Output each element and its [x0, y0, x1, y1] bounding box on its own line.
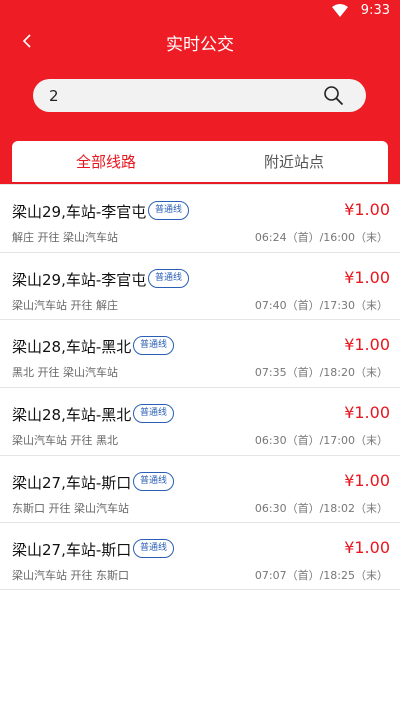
- route-row[interactable]: 梁山29,车站-李官屯 普通线 ¥1.00 梁山汽车站 开往 解庄 07:40（…: [0, 251, 400, 320]
- route-name: 梁山28,车站-黑北: [12, 406, 132, 425]
- route-type-badge: 普通线: [133, 539, 175, 559]
- search-icon[interactable]: [323, 85, 344, 106]
- route-type-badge: 普通线: [148, 201, 190, 220]
- route-list: 梁山29,车站-李官屯 普通线 ¥1.00 解庄 开往 梁山汽车站 06:24（…: [0, 184, 400, 591]
- route-direction: 解庄 开往 梁山汽车站: [12, 231, 118, 244]
- tab-nearby-stops[interactable]: 附近站点: [200, 141, 388, 182]
- route-schedule: 06:24（首）/16:00（末）: [254, 231, 388, 244]
- route-price: ¥1.00: [344, 538, 390, 558]
- route-price: ¥1.00: [344, 267, 390, 287]
- route-direction: 梁山汽车站 开往 东斯口: [12, 569, 129, 583]
- tab-bar: 全部线路 附近站点: [12, 141, 388, 182]
- route-row[interactable]: 梁山27,车站-斯口 普通线 ¥1.00 梁山汽车站 开往 东斯口 07:07（…: [0, 522, 400, 591]
- route-schedule: 06:30（首）/17:00（末）: [254, 434, 388, 448]
- route-schedule: 07:35（首）/18:20（末）: [254, 366, 388, 380]
- route-row[interactable]: 梁山28,车站-黑北 普通线 ¥1.00 黑北 开往 梁山汽车站 07:35（首…: [0, 319, 400, 388]
- route-type-badge: 普通线: [133, 336, 175, 356]
- route-direction: 梁山汽车站 开往 解庄: [12, 298, 118, 312]
- route-type-badge: 普通线: [133, 404, 175, 424]
- status-time: 9:33: [360, 3, 390, 18]
- route-price: ¥1.00: [344, 403, 390, 423]
- route-name: 梁山27,车站-斯口: [12, 541, 132, 560]
- route-price: ¥1.00: [344, 335, 390, 355]
- page-title: 实时公交: [166, 35, 234, 55]
- route-row[interactable]: 梁山27,车站-斯口 普通线 ¥1.00 东斯口 开往 梁山汽车站 06:30（…: [0, 454, 400, 523]
- route-name: 梁山29,车站-李官屯: [12, 270, 147, 289]
- search-input[interactable]: [49, 83, 319, 108]
- header-bar: 9:33 实时公交 全部线路 附近站点: [0, 0, 400, 184]
- route-direction: 黑北 开往 梁山汽车站: [12, 366, 118, 380]
- route-schedule: 07:40（首）/17:30（末）: [254, 298, 388, 312]
- wifi-icon: [332, 4, 348, 17]
- route-name: 梁山29,车站-李官屯: [12, 203, 147, 221]
- route-schedule: 06:30（首）/18:02（末）: [254, 501, 388, 515]
- route-direction: 东斯口 开往 梁山汽车站: [12, 501, 129, 515]
- route-row[interactable]: 梁山28,车站-黑北 普通线 ¥1.00 梁山汽车站 开往 黑北 06:30（首…: [0, 387, 400, 455]
- search-box: [33, 79, 366, 112]
- route-schedule: 07:07（首）/18:25（末）: [254, 569, 388, 583]
- route-type-badge: 普通线: [133, 471, 175, 491]
- route-name: 梁山27,车站-斯口: [12, 473, 132, 492]
- route-direction: 梁山汽车站 开往 黑北: [12, 434, 118, 448]
- tab-all-routes[interactable]: 全部线路: [12, 141, 200, 182]
- status-bar: 9:33: [0, 0, 400, 22]
- route-price: ¥1.00: [344, 200, 390, 219]
- route-price: ¥1.00: [344, 470, 390, 490]
- route-name: 梁山28,车站-黑北: [12, 338, 132, 357]
- route-type-badge: 普通线: [148, 268, 190, 288]
- route-row[interactable]: 梁山29,车站-李官屯 普通线 ¥1.00 解庄 开往 梁山汽车站 06:24（…: [0, 184, 400, 252]
